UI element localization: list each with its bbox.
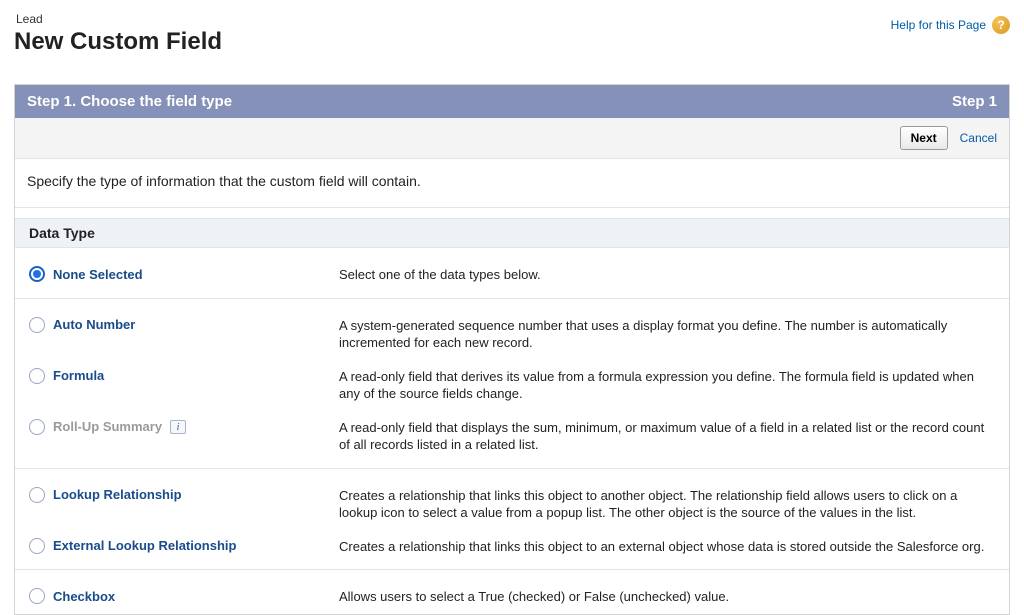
field-type-row-extlookup: External Lookup Relationship Creates a re…: [15, 530, 1009, 571]
field-type-desc-none: Select one of the data types below.: [339, 266, 995, 284]
field-type-desc-autonumber: A system-generated sequence number that …: [339, 317, 995, 352]
field-type-row-formula: Formula A read-only field that derives it…: [15, 360, 1009, 411]
radio-none[interactable]: [29, 266, 45, 282]
radio-label-none[interactable]: None Selected: [53, 267, 143, 282]
radio-extlookup[interactable]: [29, 538, 45, 554]
field-type-row-none: None Selected Select one of the data type…: [15, 248, 1009, 299]
step-bar-left: Step 1. Choose the field type: [27, 93, 232, 110]
radio-autonumber[interactable]: [29, 317, 45, 333]
radio-label-rollup: Roll-Up Summary: [53, 419, 162, 434]
help-icon[interactable]: ?: [992, 16, 1010, 34]
field-type-desc-extlookup: Creates a relationship that links this o…: [339, 538, 995, 556]
field-type-row-autonumber: Auto Number A system-generated sequence n…: [15, 299, 1009, 360]
wizard-panel: Step 1. Choose the field type Step 1 Nex…: [14, 84, 1010, 615]
radio-label-extlookup[interactable]: External Lookup Relationship: [53, 538, 236, 553]
next-button[interactable]: Next: [900, 126, 948, 150]
field-type-row-rollup: Roll-Up Summary i A read-only field that d…: [15, 411, 1009, 469]
field-type-desc-checkbox: Allows users to select a True (checked) …: [339, 588, 995, 606]
step-bar-right: Step 1: [952, 93, 997, 110]
radio-rollup: [29, 419, 45, 435]
radio-formula[interactable]: [29, 368, 45, 384]
field-type-desc-lookup: Creates a relationship that links this o…: [339, 487, 995, 522]
radio-lookup[interactable]: [29, 487, 45, 503]
field-type-desc-formula: A read-only field that derives its value…: [339, 368, 995, 403]
step-bar: Step 1. Choose the field type Step 1: [15, 85, 1009, 118]
cancel-link[interactable]: Cancel: [960, 131, 997, 145]
info-icon[interactable]: i: [170, 420, 186, 434]
field-type-row-checkbox: Checkbox Allows users to select a True (c…: [15, 570, 1009, 614]
radio-label-lookup[interactable]: Lookup Relationship: [53, 487, 182, 502]
section-header-data-type: Data Type: [15, 218, 1009, 248]
field-type-row-lookup: Lookup Relationship Creates a relationshi…: [15, 469, 1009, 530]
radio-checkbox[interactable]: [29, 588, 45, 604]
instruction-text: Specify the type of information that the…: [15, 159, 1009, 208]
radio-label-checkbox[interactable]: Checkbox: [53, 589, 115, 604]
radio-label-autonumber[interactable]: Auto Number: [53, 317, 135, 332]
radio-label-formula[interactable]: Formula: [53, 368, 104, 383]
breadcrumb: Lead: [14, 12, 222, 26]
action-bar: Next Cancel: [15, 118, 1009, 159]
page-title: New Custom Field: [14, 28, 222, 56]
help-link[interactable]: Help for this Page: [891, 18, 986, 32]
field-type-desc-rollup: A read-only field that displays the sum,…: [339, 419, 995, 454]
